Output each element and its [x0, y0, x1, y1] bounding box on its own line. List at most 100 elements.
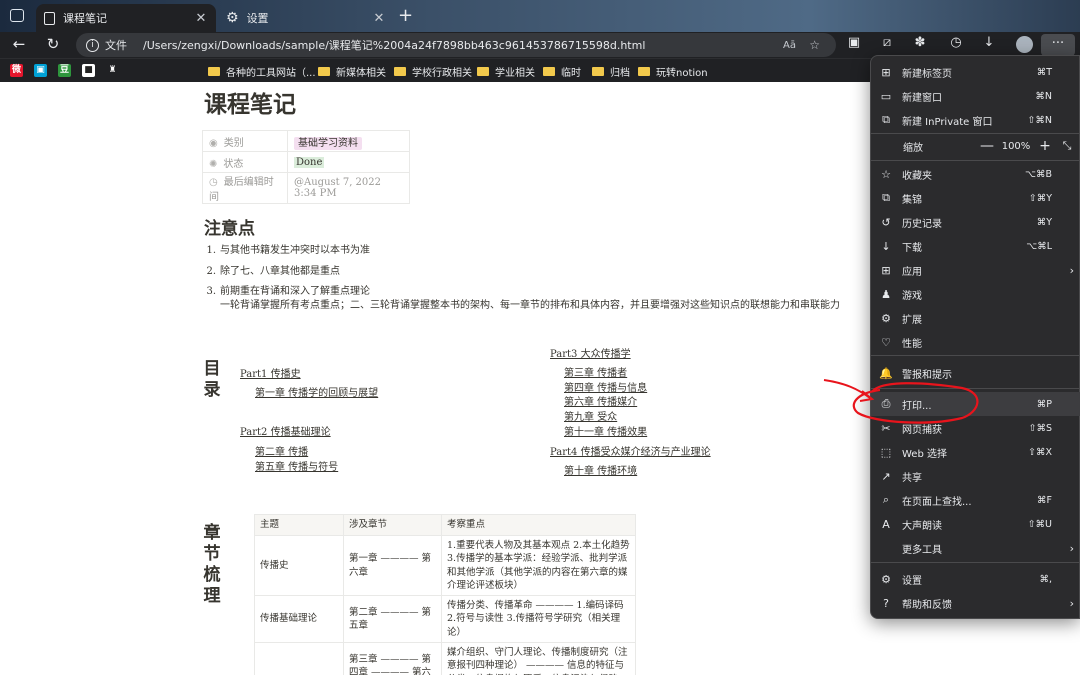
- window-icon: ▭: [880, 89, 892, 103]
- tab-actions-icon[interactable]: [10, 9, 24, 22]
- folder-icon: [592, 66, 604, 76]
- tab-settings[interactable]: ⚙ 设置 ✕: [218, 4, 394, 32]
- menu-item-find[interactable]: ⌕ 在页面上查找... ⌘F: [871, 488, 1080, 512]
- menu-shortcut: ⌘,: [1039, 573, 1052, 585]
- toc-link[interactable]: 第三章 传播者: [564, 364, 627, 379]
- menu-item-share[interactable]: ↗ 共享: [871, 464, 1080, 488]
- favorite-folder[interactable]: 各种的工具网站（...: [208, 63, 316, 79]
- menu-item-favorites[interactable]: ☆ 收藏夹 ⌥⌘B: [871, 162, 1080, 186]
- fullscreen-icon[interactable]: ⤡: [1054, 139, 1080, 153]
- menu-shortcut: ⌘T: [1036, 66, 1052, 78]
- property-value[interactable]: 基础学习资料: [287, 130, 410, 152]
- toc-link[interactable]: 第四章 传播与信息: [564, 379, 647, 394]
- toc-link[interactable]: 第十章 传播环境: [564, 462, 637, 477]
- list-number: 3.: [206, 286, 216, 297]
- menu-item-games[interactable]: ♟ 游戏: [871, 282, 1080, 306]
- favorite-folder[interactable]: 玩转notion: [638, 63, 708, 79]
- favorite-folder[interactable]: 学业相关: [477, 63, 535, 79]
- refresh-button[interactable]: ↻: [42, 35, 64, 53]
- find-icon: ⌕: [882, 493, 890, 506]
- url-text[interactable]: /Users/zengxi/Downloads/sample/课程笔记%2004…: [143, 37, 645, 53]
- property-value[interactable]: Done: [287, 151, 410, 173]
- menu-item-downloads[interactable]: ↓ 下载 ⌥⌘L: [871, 234, 1080, 258]
- extensions-icon[interactable]: ✽: [910, 35, 930, 50]
- bell-icon: 🔔: [879, 366, 893, 380]
- menu-item-more-tools[interactable]: 更多工具 ›: [871, 536, 1080, 560]
- menu-label: 设置: [902, 575, 922, 587]
- notes-list: 1. 与其他书籍发生冲突时以本书为准 2. 除了七、八章其他都是重点 3. 前期重在背…: [204, 244, 840, 319]
- file-scheme-label: 文件: [105, 39, 127, 52]
- table-cell: 媒介组织、守门人理论、传播制度研究（注意报刊四种理论） ———— 信息的特征与分…: [441, 642, 636, 675]
- weibo-icon[interactable]: 微: [10, 64, 23, 77]
- toc-link[interactable]: Part2 传播基础理论: [240, 423, 331, 438]
- toc-link[interactable]: 第六章 传播媒介: [564, 393, 637, 408]
- menu-item-apps[interactable]: ⊞ 应用 ›: [871, 258, 1080, 282]
- menu-item-web-select[interactable]: ⬚ Web 选择 ⇧⌘X: [871, 440, 1080, 464]
- toc-link[interactable]: 第五章 传播与符号: [255, 458, 338, 473]
- chevron-right-icon: ›: [1069, 541, 1074, 555]
- read-aloud-icon[interactable]: Aā: [783, 40, 796, 51]
- chapters-heading-char: 章: [203, 523, 221, 543]
- avatar[interactable]: [1016, 36, 1033, 53]
- menu-item-new-inprivate[interactable]: ⧉ 新建 InPrivate 窗口 ⇧⌘N: [871, 108, 1080, 132]
- toc-link[interactable]: Part4 传播受众媒介经济与产业理论: [550, 443, 711, 458]
- close-tab-icon[interactable]: ✕: [372, 11, 386, 26]
- list-subtext: 一轮背诵掌握所有考点重点；二、三轮背诵掌握整本书的架构、每一章节的排布和具体内容…: [220, 299, 840, 311]
- menu-item-web-capture[interactable]: ✂ 网页捕获 ⇧⌘S: [871, 416, 1080, 440]
- menu-item-print[interactable]: ⎙ 打印... ⌘P: [871, 392, 1080, 416]
- downloads-icon[interactable]: ↓: [979, 35, 999, 50]
- menu-item-history[interactable]: ↺ 历史记录 ⌘Y: [871, 210, 1080, 234]
- bilibili-icon[interactable]: ▣: [34, 64, 47, 77]
- table-cell: 第二章 ———— 第五章: [343, 595, 442, 644]
- folder-label: 临时: [561, 67, 581, 79]
- split-screen-icon[interactable]: ▣: [844, 35, 864, 50]
- more-menu-button[interactable]: ···: [1041, 34, 1075, 56]
- menu-item-new-tab[interactable]: ⊞ 新建标签页 ⌘T: [871, 60, 1080, 84]
- toc-link[interactable]: Part3 大众传播学: [550, 345, 631, 360]
- menu-divider: [871, 355, 1080, 356]
- properties-table: ◉ 类别 基础学习资料 ✺ 状态 Done ◷ 最后编辑时间 @August 7, 2…: [202, 130, 410, 204]
- favorite-folder[interactable]: 临时: [543, 63, 581, 79]
- menu-shortcut: ⌘N: [1035, 90, 1052, 102]
- tab-course-notes[interactable]: 课程笔记 ✕: [36, 4, 216, 32]
- property-row: ✺ 状态 Done: [202, 151, 410, 173]
- menu-item-help[interactable]: ? 帮助和反馈 ›: [871, 591, 1080, 615]
- menu-item-read-aloud[interactable]: A 大声朗读 ⇧⌘U: [871, 512, 1080, 536]
- toc-link[interactable]: 第九章 受众: [564, 408, 617, 423]
- back-button[interactable]: ←: [8, 35, 30, 53]
- toc-link[interactable]: 第一章 传播学的回顾与展望: [255, 384, 378, 399]
- menu-item-alerts[interactable]: 🔔 警报和提示: [871, 361, 1080, 385]
- favorite-folder[interactable]: 学校行政相关: [394, 63, 472, 79]
- document-icon: [44, 11, 55, 25]
- game-icon[interactable]: ♜: [106, 64, 119, 77]
- favorite-folder[interactable]: 新媒体相关: [318, 63, 386, 79]
- info-icon[interactable]: i: [86, 38, 99, 52]
- list-number: 1.: [206, 245, 216, 256]
- new-tab-button[interactable]: +: [398, 5, 413, 26]
- property-row: ◉ 类别 基础学习资料: [202, 130, 410, 152]
- menu-item-performance[interactable]: ♡ 性能: [871, 330, 1080, 354]
- douban-icon[interactable]: 豆: [58, 64, 71, 77]
- menu-item-settings[interactable]: ⚙ 设置 ⌘,: [871, 567, 1080, 591]
- menu-item-new-window[interactable]: ▭ 新建窗口 ⌘N: [871, 84, 1080, 108]
- favorite-folder[interactable]: 归档: [592, 63, 630, 79]
- zoom-out-button[interactable]: —: [978, 138, 996, 154]
- menu-item-extensions[interactable]: ⚙ 扩展: [871, 306, 1080, 330]
- menu-shortcut: ⇧⌘Y: [1028, 192, 1052, 204]
- folder-icon: [318, 66, 330, 76]
- zoom-in-button[interactable]: +: [1036, 138, 1054, 154]
- toc-link[interactable]: Part1 传播史: [240, 365, 301, 380]
- history-icon[interactable]: ◷: [946, 35, 966, 50]
- property-key: ◷ 最后编辑时间: [202, 172, 288, 204]
- toc-link[interactable]: 第十一章 传播效果: [564, 423, 647, 438]
- menu-shortcut: ⇧⌘X: [1028, 446, 1052, 458]
- toc-link[interactable]: 第二章 传播: [255, 443, 308, 458]
- screenshot-icon[interactable]: ⧄: [877, 35, 897, 50]
- favorite-star-icon[interactable]: ☆: [809, 38, 820, 52]
- address-bar[interactable]: i 文件 /Users/zengxi/Downloads/sample/课程笔记…: [76, 33, 836, 57]
- menu-item-collections[interactable]: ⧉ 集锦 ⇧⌘Y: [871, 186, 1080, 210]
- bookmark-icon[interactable]: ■: [82, 64, 95, 77]
- table-row: 传播史 第一章 ———— 第六章 1.重要代表人物及其基本观点 2.本土化趋势 …: [254, 534, 636, 597]
- close-tab-icon[interactable]: ✕: [194, 11, 208, 26]
- notes-heading: 注意点: [204, 219, 255, 239]
